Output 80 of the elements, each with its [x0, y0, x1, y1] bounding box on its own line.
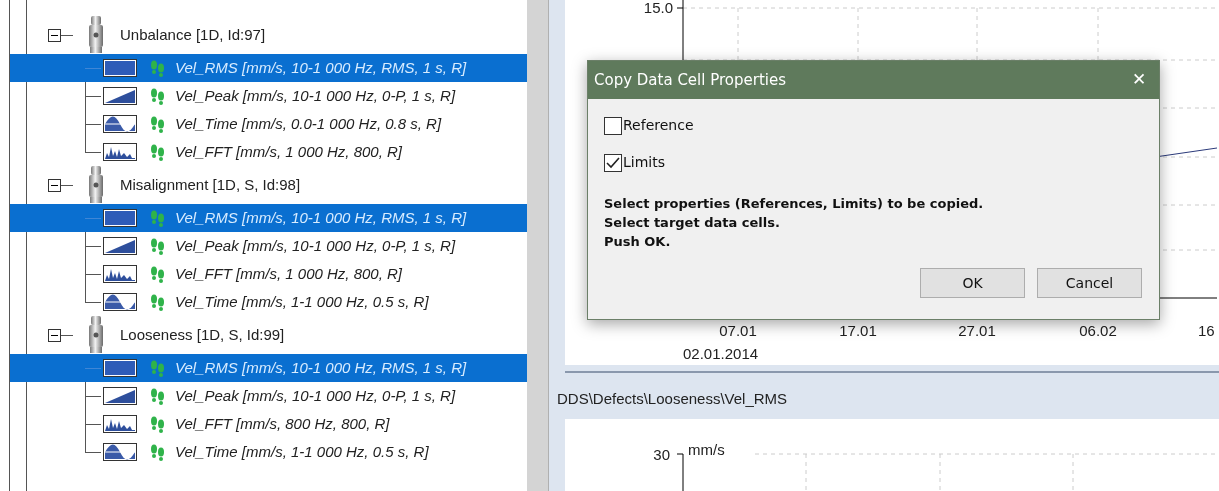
instruction-text: Select target data cells.	[604, 214, 781, 232]
tree-item-label: Vel_Peak [mm/s, 10-1 000 Hz, 0-P, 1 s, R]	[175, 85, 456, 106]
tree-item-label: Vel_FFT [mm/s, 1 000 Hz, 800, R]	[175, 263, 402, 284]
footprints-icon	[150, 208, 165, 228]
chart-time-icon	[103, 115, 137, 133]
footprints-icon	[150, 114, 165, 134]
tree-row[interactable]: Vel_RMS [mm/s, 10-1 000 Hz, RMS, 1 s, R]	[10, 204, 527, 232]
tree-item-label: Vel_Time [mm/s, 1-1 000 Hz, 0.5 s, R]	[175, 441, 429, 462]
ok-button[interactable]: OK	[920, 268, 1025, 298]
tree-group-label[interactable]: Looseness [1D, S, Id:99]	[120, 323, 285, 347]
checkbox[interactable]	[604, 153, 622, 172]
sensor-icon	[87, 166, 105, 204]
axis-unit-label: mm/s	[688, 441, 725, 458]
tree-item-label: Vel_RMS [mm/s, 10-1 000 Hz, RMS, 1 s, R]	[175, 207, 467, 228]
tree-item-label: Vel_RMS [mm/s, 10-1 000 Hz, RMS, 1 s, R]	[175, 57, 467, 78]
footprints-icon	[150, 358, 165, 378]
tree-item-label: Vel_FFT [mm/s, 800 Hz, 800, R]	[175, 413, 390, 434]
tree-item-label: Vel_FFT [mm/s, 1 000 Hz, 800, R]	[175, 141, 402, 162]
axis-tick-label: 16	[1198, 322, 1215, 339]
chart-rms-icon	[103, 59, 137, 77]
sensor-icon	[87, 316, 105, 354]
checkbox-label: Limits	[623, 153, 665, 172]
axis-tick-label: 30	[653, 446, 670, 463]
sensor-icon	[87, 16, 105, 54]
chart-time-icon	[103, 293, 137, 311]
footprints-icon	[150, 292, 165, 312]
chart-time-icon	[103, 443, 137, 461]
footprints-icon	[150, 236, 165, 256]
checkbox[interactable]	[604, 116, 622, 135]
collapse-toggle[interactable]	[48, 28, 61, 42]
tree-group-label[interactable]: Misalignment [1D, S, Id:98]	[120, 173, 301, 197]
tree-item-label: Vel_RMS [mm/s, 10-1 000 Hz, RMS, 1 s, R]	[175, 357, 467, 378]
footprints-icon	[150, 58, 165, 78]
chart-peak-icon	[103, 87, 137, 105]
chart-rms-icon	[103, 359, 137, 377]
cancel-button[interactable]: Cancel	[1037, 268, 1142, 298]
axis-tick-label: 15.0	[643, 0, 673, 16]
panel-title: DDS\Defects\Looseness\Vel_RMS	[557, 388, 788, 409]
tree-row[interactable]: Vel_Time [mm/s, 1-1 000 Hz, 0.5 s, R]	[10, 288, 527, 316]
tree-item-label: Vel_Time [mm/s, 1-1 000 Hz, 0.5 s, R]	[175, 291, 429, 312]
footprints-icon	[150, 142, 165, 162]
footprints-icon	[150, 442, 165, 462]
chart-rms-icon	[103, 209, 137, 227]
tree-row[interactable]: Vel_RMS [mm/s, 10-1 000 Hz, RMS, 1 s, R]	[10, 354, 527, 382]
chart-peak-icon	[103, 387, 137, 405]
tree-row[interactable]: Vel_FFT [mm/s, 800 Hz, 800, R]	[10, 410, 527, 438]
axis-date-label: 02.01.2014	[683, 345, 759, 362]
tree-item-label: Vel_Peak [mm/s, 10-1 000 Hz, 0-P, 1 s, R]	[175, 385, 456, 406]
axis-tick-label: 27.01	[958, 322, 996, 339]
tree-row[interactable]: Vel_FFT [mm/s, 1 000 Hz, 800, R]	[10, 138, 527, 166]
chart-peak-icon	[103, 237, 137, 255]
tree-row[interactable]: Vel_FFT [mm/s, 1 000 Hz, 800, R]	[10, 260, 527, 288]
tree-item-label: Vel_Peak [mm/s, 10-1 000 Hz, 0-P, 1 s, R]	[175, 235, 456, 256]
tree-row[interactable]: Vel_Peak [mm/s, 10-1 000 Hz, 0-P, 1 s, R]	[10, 382, 527, 410]
footprints-icon	[150, 264, 165, 284]
chart-fft-icon	[103, 415, 137, 433]
tree-row[interactable]: Vel_Peak [mm/s, 10-1 000 Hz, 0-P, 1 s, R]	[10, 82, 527, 110]
axis-tick-label: 17.01	[839, 322, 877, 339]
tree-row[interactable]: Vel_RMS [mm/s, 10-1 000 Hz, RMS, 1 s, R]	[10, 54, 527, 82]
tree-row[interactable]: Vel_Time [mm/s, 0.0-1 000 Hz, 0.8 s, R]	[10, 110, 527, 138]
chart-fft-icon	[103, 265, 137, 283]
axis-tick-label: 07.01	[719, 322, 757, 339]
footprints-icon	[150, 386, 165, 406]
chart-fft-icon	[103, 143, 137, 161]
collapse-toggle[interactable]	[48, 328, 61, 342]
axis-tick-label: 06.02	[1079, 322, 1117, 339]
collapse-toggle[interactable]	[48, 178, 61, 192]
tree-item-label: Vel_Time [mm/s, 0.0-1 000 Hz, 0.8 s, R]	[175, 113, 442, 134]
tree-row[interactable]: Vel_Peak [mm/s, 10-1 000 Hz, 0-P, 1 s, R]	[10, 232, 527, 260]
checkbox-label: Reference	[623, 116, 694, 135]
instruction-text: Select properties (References, Limits) to be copied.	[604, 195, 985, 213]
close-button[interactable]: ✕	[1123, 66, 1155, 94]
tree-row[interactable]: Vel_Time [mm/s, 1-1 000 Hz, 0.5 s, R]	[10, 438, 527, 466]
footprints-icon	[150, 414, 165, 434]
tree-group-label[interactable]: Unbalance [1D, Id:97]	[120, 23, 266, 47]
instruction-text: Push OK.	[604, 233, 672, 251]
scrollbar[interactable]	[527, 0, 549, 491]
dialog-title: Copy Data Cell Properties	[594, 69, 786, 91]
footprints-icon	[150, 86, 165, 106]
chart-axes	[676, 453, 684, 491]
